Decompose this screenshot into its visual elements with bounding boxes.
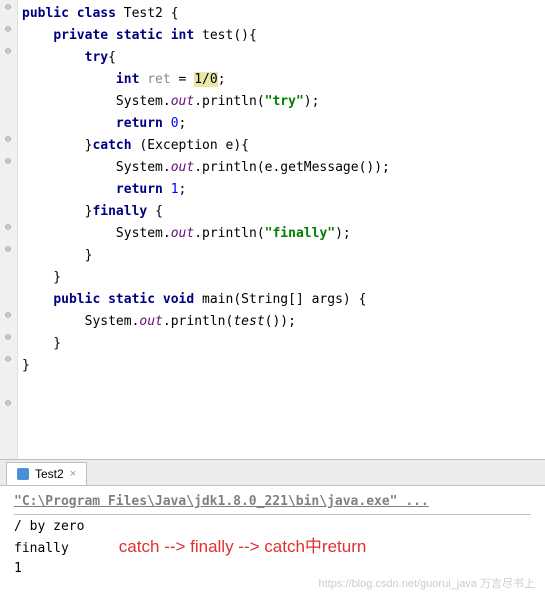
code-line[interactable]: System.out.println(e.getMessage()); bbox=[22, 157, 545, 179]
annotation-text: catch --> finally --> catch中return bbox=[119, 537, 367, 557]
fold-icon[interactable]: ⊖ bbox=[3, 355, 13, 365]
fold-icon[interactable]: ⊖ bbox=[3, 333, 13, 343]
code-line[interactable]: public class Test2 { bbox=[22, 3, 545, 25]
code-line[interactable]: System.out.println("finally"); bbox=[22, 223, 545, 245]
code-line[interactable]: private static int test(){ bbox=[22, 25, 545, 47]
tab-label: Test2 bbox=[35, 467, 64, 481]
console-command: "C:\Program Files\Java\jdk1.8.0_221\bin\… bbox=[14, 492, 531, 512]
code-line[interactable]: return 1; bbox=[22, 179, 545, 201]
fold-icon[interactable]: ⊖ bbox=[3, 311, 13, 321]
console-out-line: 1 bbox=[14, 559, 531, 579]
code-line[interactable]: }finally { bbox=[22, 201, 545, 223]
divider bbox=[14, 514, 531, 515]
tab-test2[interactable]: Test2 × bbox=[6, 462, 87, 485]
fold-icon[interactable]: ⊖ bbox=[3, 223, 13, 233]
editor-gutter: ⊖ ⊖ ⊖ ⊖ ⊖ ⊖ ⊖ ⊖ ⊖ ⊖ ⊖ bbox=[0, 0, 18, 459]
code-line[interactable]: } bbox=[22, 245, 545, 267]
fold-icon[interactable]: ⊖ bbox=[3, 157, 13, 167]
console-tab-bar: Test2 × bbox=[0, 460, 545, 486]
code-content[interactable]: public class Test2 { private static int … bbox=[0, 0, 545, 380]
code-line[interactable]: try{ bbox=[22, 47, 545, 69]
code-line[interactable]: System.out.println(test()); bbox=[22, 311, 545, 333]
fold-icon[interactable]: ⊖ bbox=[3, 47, 13, 57]
fold-icon[interactable]: ⊖ bbox=[3, 135, 13, 145]
fold-icon[interactable]: ⊖ bbox=[3, 399, 13, 409]
code-line[interactable]: return 0; bbox=[22, 113, 545, 135]
fold-icon[interactable]: ⊖ bbox=[3, 245, 13, 255]
console-out-line: finallycatch --> finally --> catch中retur… bbox=[14, 537, 531, 559]
fold-icon[interactable]: ⊖ bbox=[3, 25, 13, 35]
run-icon bbox=[17, 468, 29, 480]
code-editor[interactable]: ⊖ ⊖ ⊖ ⊖ ⊖ ⊖ ⊖ ⊖ ⊖ ⊖ ⊖ public class Test2 { private… bbox=[0, 0, 545, 460]
code-line[interactable]: } bbox=[22, 355, 545, 377]
code-line[interactable]: } bbox=[22, 333, 545, 355]
code-line[interactable]: public static void main(String[] args) { bbox=[22, 289, 545, 311]
console-output[interactable]: "C:\Program Files\Java\jdk1.8.0_221\bin\… bbox=[0, 486, 545, 599]
close-icon[interactable]: × bbox=[70, 468, 76, 480]
console-out-line: / by zero bbox=[14, 517, 531, 537]
code-line[interactable]: } bbox=[22, 267, 545, 289]
code-line[interactable]: }catch (Exception e){ bbox=[22, 135, 545, 157]
code-line[interactable]: int ret = 1/0; bbox=[22, 69, 545, 91]
code-line[interactable]: System.out.println("try"); bbox=[22, 91, 545, 113]
fold-icon[interactable]: ⊖ bbox=[3, 3, 13, 13]
